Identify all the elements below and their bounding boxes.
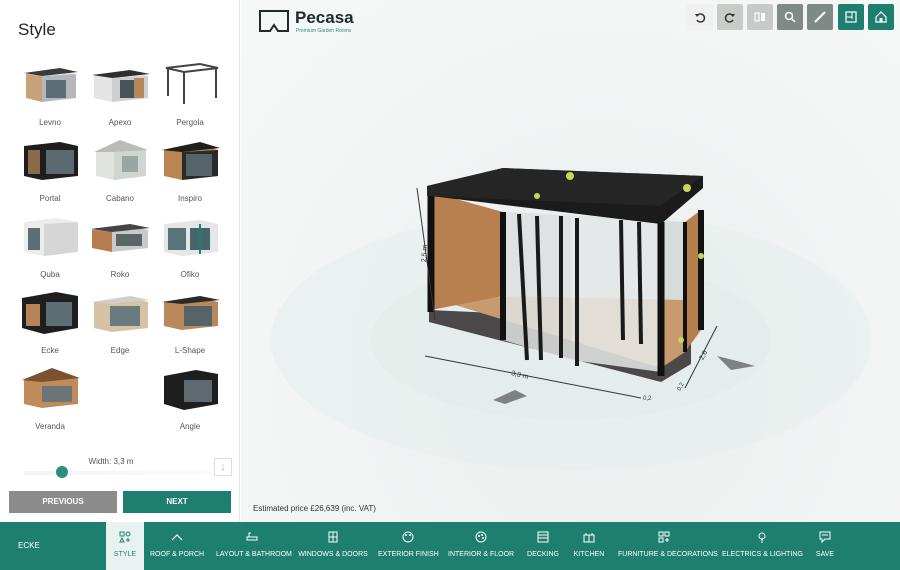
- l-shape-thumbnail: [162, 296, 220, 330]
- quba-thumbnail: [24, 218, 78, 256]
- apexo-thumbnail: [92, 70, 150, 102]
- style-option-portal[interactable]: Portal: [14, 138, 86, 208]
- style-sidebar: Style Levno Apexo Pergola Portal Cabano …: [0, 0, 240, 522]
- levno-thumbnail: [24, 68, 78, 102]
- nav-layout-bathroom[interactable]: LAYOUT & BATHROOM: [216, 522, 292, 570]
- sidebar-title: Style: [18, 20, 56, 39]
- window-icon: [328, 531, 338, 543]
- style-option-pergola[interactable]: Pergola: [154, 62, 226, 132]
- nav-windows-doors[interactable]: WINDOWS & DOORS: [298, 522, 368, 570]
- corner-dimension-label: 0,2: [643, 396, 652, 402]
- style-option-apexo[interactable]: Apexo: [84, 62, 156, 132]
- save-icon: [819, 531, 831, 543]
- nav-save[interactable]: SAVE: [810, 522, 840, 570]
- paint-icon: [475, 531, 487, 543]
- width-slider-thumb[interactable]: [55, 466, 68, 478]
- nav-kitchen[interactable]: KITCHEN: [570, 522, 608, 570]
- kitchen-icon: [583, 533, 595, 543]
- style-option-veranda[interactable]: Veranda: [14, 366, 86, 436]
- lightbulb-icon: [758, 532, 766, 543]
- ecke-thumbnail: [22, 292, 78, 334]
- style-option-inspiro[interactable]: Inspiro: [154, 138, 226, 208]
- furniture-icon: [658, 531, 670, 543]
- nav-roof-porch[interactable]: ROOF & PORCH: [150, 522, 204, 570]
- nav-style[interactable]: STYLE: [106, 522, 144, 570]
- decking-icon: [537, 531, 549, 543]
- 3d-viewport[interactable]: Pecasa Premium Garden Rooms 2,5 m 3,3 m …: [241, 0, 900, 522]
- bath-icon: [246, 532, 258, 541]
- garden-room-model[interactable]: [241, 0, 900, 522]
- cabano-thumbnail: [94, 140, 148, 180]
- next-button[interactable]: NEXT: [123, 491, 231, 513]
- portal-thumbnail: [24, 142, 78, 180]
- palette-icon: [402, 531, 414, 543]
- style-option-ofiko[interactable]: Ofiko: [154, 214, 226, 284]
- nav-decking[interactable]: DECKING: [524, 522, 562, 570]
- nav-furniture-decorations[interactable]: FURNITURE & DECORATIONS: [618, 522, 718, 570]
- edge-thumbnail: [92, 296, 150, 332]
- style-option-levno[interactable]: Levno: [14, 62, 86, 132]
- style-option-edge[interactable]: Edge: [84, 290, 156, 360]
- width-control: Width: 3,3 m ↓: [10, 455, 232, 483]
- ofiko-thumbnail: [164, 220, 218, 256]
- height-dimension-label: 2,5 m: [421, 244, 430, 263]
- estimated-price: Estimated price £26,639 (inc. VAT): [253, 504, 376, 513]
- style-option-roko[interactable]: Roko: [84, 214, 156, 284]
- style-icon: [119, 531, 131, 543]
- angle-thumbnail: [164, 370, 218, 410]
- nav-exterior-finish[interactable]: EXTERIOR FINISH: [378, 522, 439, 570]
- style-option-ecke[interactable]: Ecke: [14, 290, 86, 360]
- scroll-down-icon[interactable]: ↓: [214, 458, 232, 476]
- previous-button[interactable]: PREVIOUS: [9, 491, 117, 513]
- current-model-label: ECKE: [18, 541, 40, 550]
- style-option-l-shape[interactable]: L-Shape: [154, 290, 226, 360]
- width-label: Width: 3,3 m: [88, 457, 134, 466]
- nav-interior-floor[interactable]: INTERIOR & FLOOR: [448, 522, 514, 570]
- nav-electrics-lighting[interactable]: ELECTRICS & LIGHTING: [722, 522, 803, 570]
- style-option-angle[interactable]: Angle: [154, 366, 226, 436]
- inspiro-thumbnail: [162, 142, 220, 180]
- roof-icon: [171, 534, 183, 541]
- width-slider-track[interactable]: [24, 471, 212, 475]
- bottom-navigation: ECKE STYLE ROOF & PORCH LAYOUT & BATHROO…: [0, 522, 900, 570]
- style-option-cabano[interactable]: Cabano: [84, 138, 156, 208]
- style-option-quba[interactable]: Quba: [14, 214, 86, 284]
- pergola-thumbnail: [165, 62, 219, 104]
- roko-thumbnail: [90, 224, 150, 252]
- veranda-thumbnail: [22, 368, 80, 408]
